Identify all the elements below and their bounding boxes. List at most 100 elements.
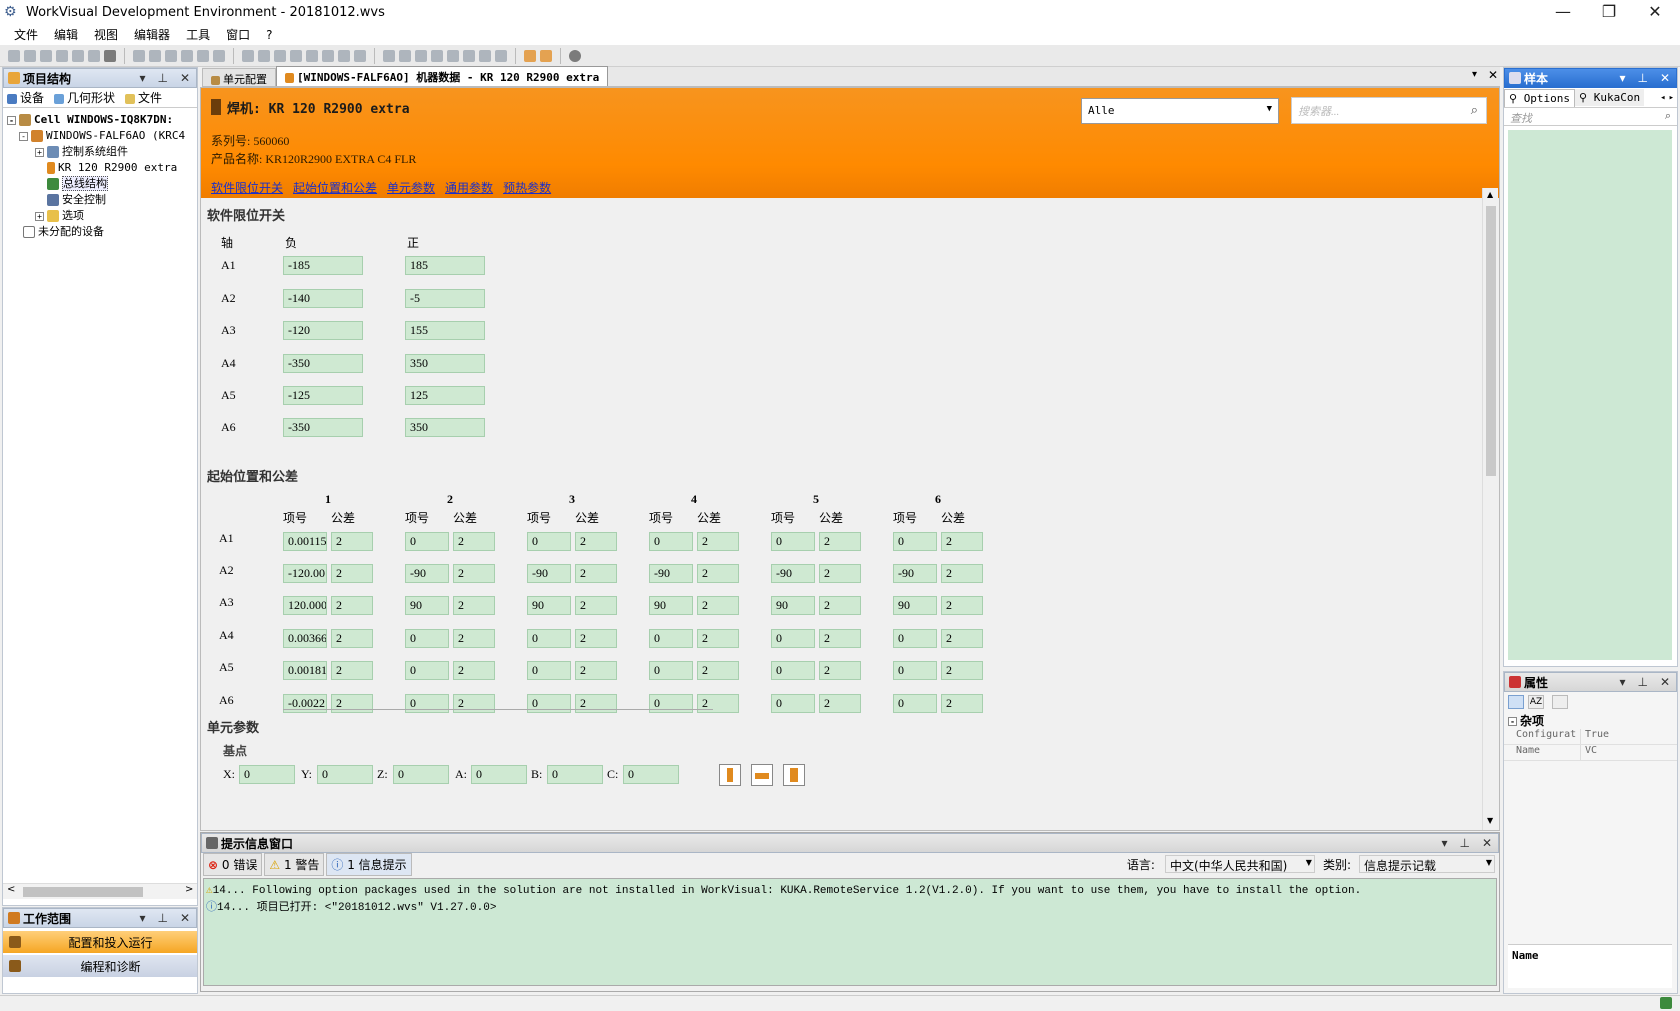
coord-field[interactable]: 0 (471, 765, 527, 784)
positive-limit-field[interactable]: 185 (405, 256, 485, 275)
tolerance-field[interactable]: 2 (697, 564, 739, 583)
collapse-icon[interactable]: - (7, 115, 16, 125)
search-icon[interactable]: ⌕ (1665, 109, 1671, 123)
tree-item-options[interactable]: + 选项 (7, 208, 197, 224)
pin-icon[interactable]: ⊥ (1637, 675, 1647, 689)
negative-limit-field[interactable]: -140 (283, 289, 363, 308)
tab-scroll-left-icon[interactable]: ◂ (1660, 93, 1665, 103)
tolerance-field[interactable]: 2 (819, 661, 861, 680)
home-value-field[interactable]: -0.0022 (283, 694, 327, 713)
infos-filter[interactable]: ⓘ 1 信息提示 (326, 852, 412, 876)
home-value-field[interactable]: 0 (649, 694, 693, 713)
tree-item-unassigned[interactable]: 未分配的设备 (7, 224, 197, 240)
tool-icon[interactable] (399, 49, 411, 62)
home-value-field[interactable]: 0 (405, 629, 449, 648)
menu-file[interactable]: 文件 (6, 26, 46, 43)
minimize-button[interactable]: — (1540, 0, 1586, 24)
menu-edit[interactable]: 编辑 (46, 26, 86, 43)
tree-item-bus[interactable]: 总线结构 (7, 176, 197, 192)
add-icon[interactable] (133, 49, 145, 62)
tolerance-field[interactable]: 2 (819, 694, 861, 713)
robot-icon[interactable] (383, 49, 395, 62)
link-cell-params[interactable]: 单元参数 (387, 179, 435, 196)
coord-field[interactable]: 0 (623, 765, 679, 784)
tab-files[interactable]: 文件 (125, 89, 162, 106)
scroll-right-icon[interactable]: > (185, 884, 193, 895)
language-select[interactable]: 中文(中华人民共和国) ▼ (1164, 855, 1315, 873)
pin-icon[interactable]: ⊥ (1637, 71, 1647, 85)
search-icon[interactable]: ⌕ (1471, 102, 1478, 118)
open-icon[interactable] (24, 49, 36, 62)
tolerance-field[interactable]: 2 (453, 629, 495, 648)
home-value-field[interactable]: 90 (893, 596, 937, 615)
restore-button[interactable]: ❐ (1586, 0, 1632, 24)
cut-icon[interactable] (56, 49, 68, 62)
tolerance-field[interactable]: 2 (575, 596, 617, 615)
dropdown-icon[interactable]: ▾ (1619, 71, 1625, 85)
home-value-field[interactable]: 90 (527, 596, 571, 615)
coord-field[interactable]: 0 (393, 765, 449, 784)
home-value-field[interactable]: 0 (893, 661, 937, 680)
sort-alpha-icon[interactable]: AZ (1528, 695, 1544, 709)
tolerance-field[interactable]: 2 (697, 661, 739, 680)
tab-kukacon[interactable]: ⚲ KukaCon (1575, 89, 1645, 106)
home-value-field[interactable]: 0 (893, 629, 937, 648)
close-icon[interactable]: ✕ (1660, 675, 1670, 689)
copy-icon[interactable] (72, 49, 84, 62)
link-home-position[interactable]: 起始位置和公差 (293, 179, 377, 196)
save-icon[interactable] (40, 49, 52, 62)
tolerance-field[interactable]: 2 (331, 564, 373, 583)
home-value-field[interactable]: 0 (405, 661, 449, 680)
dropdown-icon[interactable]: ▾ (139, 911, 145, 925)
window-icon[interactable] (213, 49, 225, 62)
tolerance-field[interactable]: 2 (819, 596, 861, 615)
tolerance-field[interactable]: 2 (575, 532, 617, 551)
home-value-field[interactable]: -90 (771, 564, 815, 583)
tolerance-field[interactable]: 2 (331, 661, 373, 680)
vertical-scrollbar[interactable]: ▲ ▼ (1482, 188, 1498, 830)
home-value-field[interactable]: -90 (893, 564, 937, 583)
tolerance-field[interactable]: 2 (331, 596, 373, 615)
transfer-icon[interactable] (524, 49, 536, 62)
dropdown-icon[interactable]: ▾ (1619, 675, 1625, 689)
positive-limit-field[interactable]: -5 (405, 289, 485, 308)
home-value-field[interactable]: 0.00115 (283, 532, 327, 551)
scissors-icon[interactable] (415, 49, 427, 62)
property-value[interactable]: VC (1580, 745, 1677, 760)
tolerance-field[interactable]: 2 (575, 694, 617, 713)
scroll-up-icon[interactable]: ▲ (1487, 190, 1493, 199)
tolerance-field[interactable]: 2 (331, 532, 373, 551)
scroll-left-icon[interactable]: < (7, 884, 15, 895)
tree-item-safety[interactable]: 安全控制 (7, 192, 197, 208)
tolerance-field[interactable]: 2 (453, 661, 495, 680)
negative-limit-field[interactable]: -350 (283, 418, 363, 437)
negative-limit-field[interactable]: -185 (283, 256, 363, 275)
menu-help[interactable]: ? (258, 28, 280, 42)
tolerance-field[interactable]: 2 (697, 532, 739, 551)
categorized-icon[interactable] (1508, 695, 1524, 709)
robot-arm-button[interactable] (751, 764, 773, 786)
home-value-field[interactable]: 0 (527, 629, 571, 648)
home-value-field[interactable]: 0.00366 (283, 629, 327, 648)
print-icon[interactable] (165, 49, 177, 62)
coord-field[interactable]: 0 (239, 765, 295, 784)
property-pages-icon[interactable] (1552, 695, 1568, 709)
tab-options[interactable]: ⚲ Options (1504, 88, 1576, 107)
close-icon[interactable]: ✕ (1660, 71, 1670, 85)
tolerance-field[interactable]: 2 (941, 596, 983, 615)
tolerance-field[interactable]: 2 (697, 596, 739, 615)
tab-dropdown-icon[interactable]: ▾ (1472, 69, 1477, 80)
negative-limit-field[interactable]: -120 (283, 321, 363, 340)
settings-icon[interactable] (338, 49, 350, 62)
link-preheat-params[interactable]: 预热参数 (503, 179, 551, 196)
coord-field[interactable]: 0 (317, 765, 373, 784)
scroll-thumb[interactable] (23, 887, 143, 897)
home-value-field[interactable]: 90 (771, 596, 815, 615)
tab-scroll-right-icon[interactable]: ▸ (1669, 93, 1674, 103)
home-value-field[interactable]: -120.00 (283, 564, 327, 583)
close-icon[interactable]: ✕ (180, 71, 190, 85)
home-value-field[interactable]: 0.00181 (283, 661, 327, 680)
close-window-button[interactable]: ✕ (1632, 0, 1678, 24)
coord-field[interactable]: 0 (547, 765, 603, 784)
home-value-field[interactable]: 90 (649, 596, 693, 615)
